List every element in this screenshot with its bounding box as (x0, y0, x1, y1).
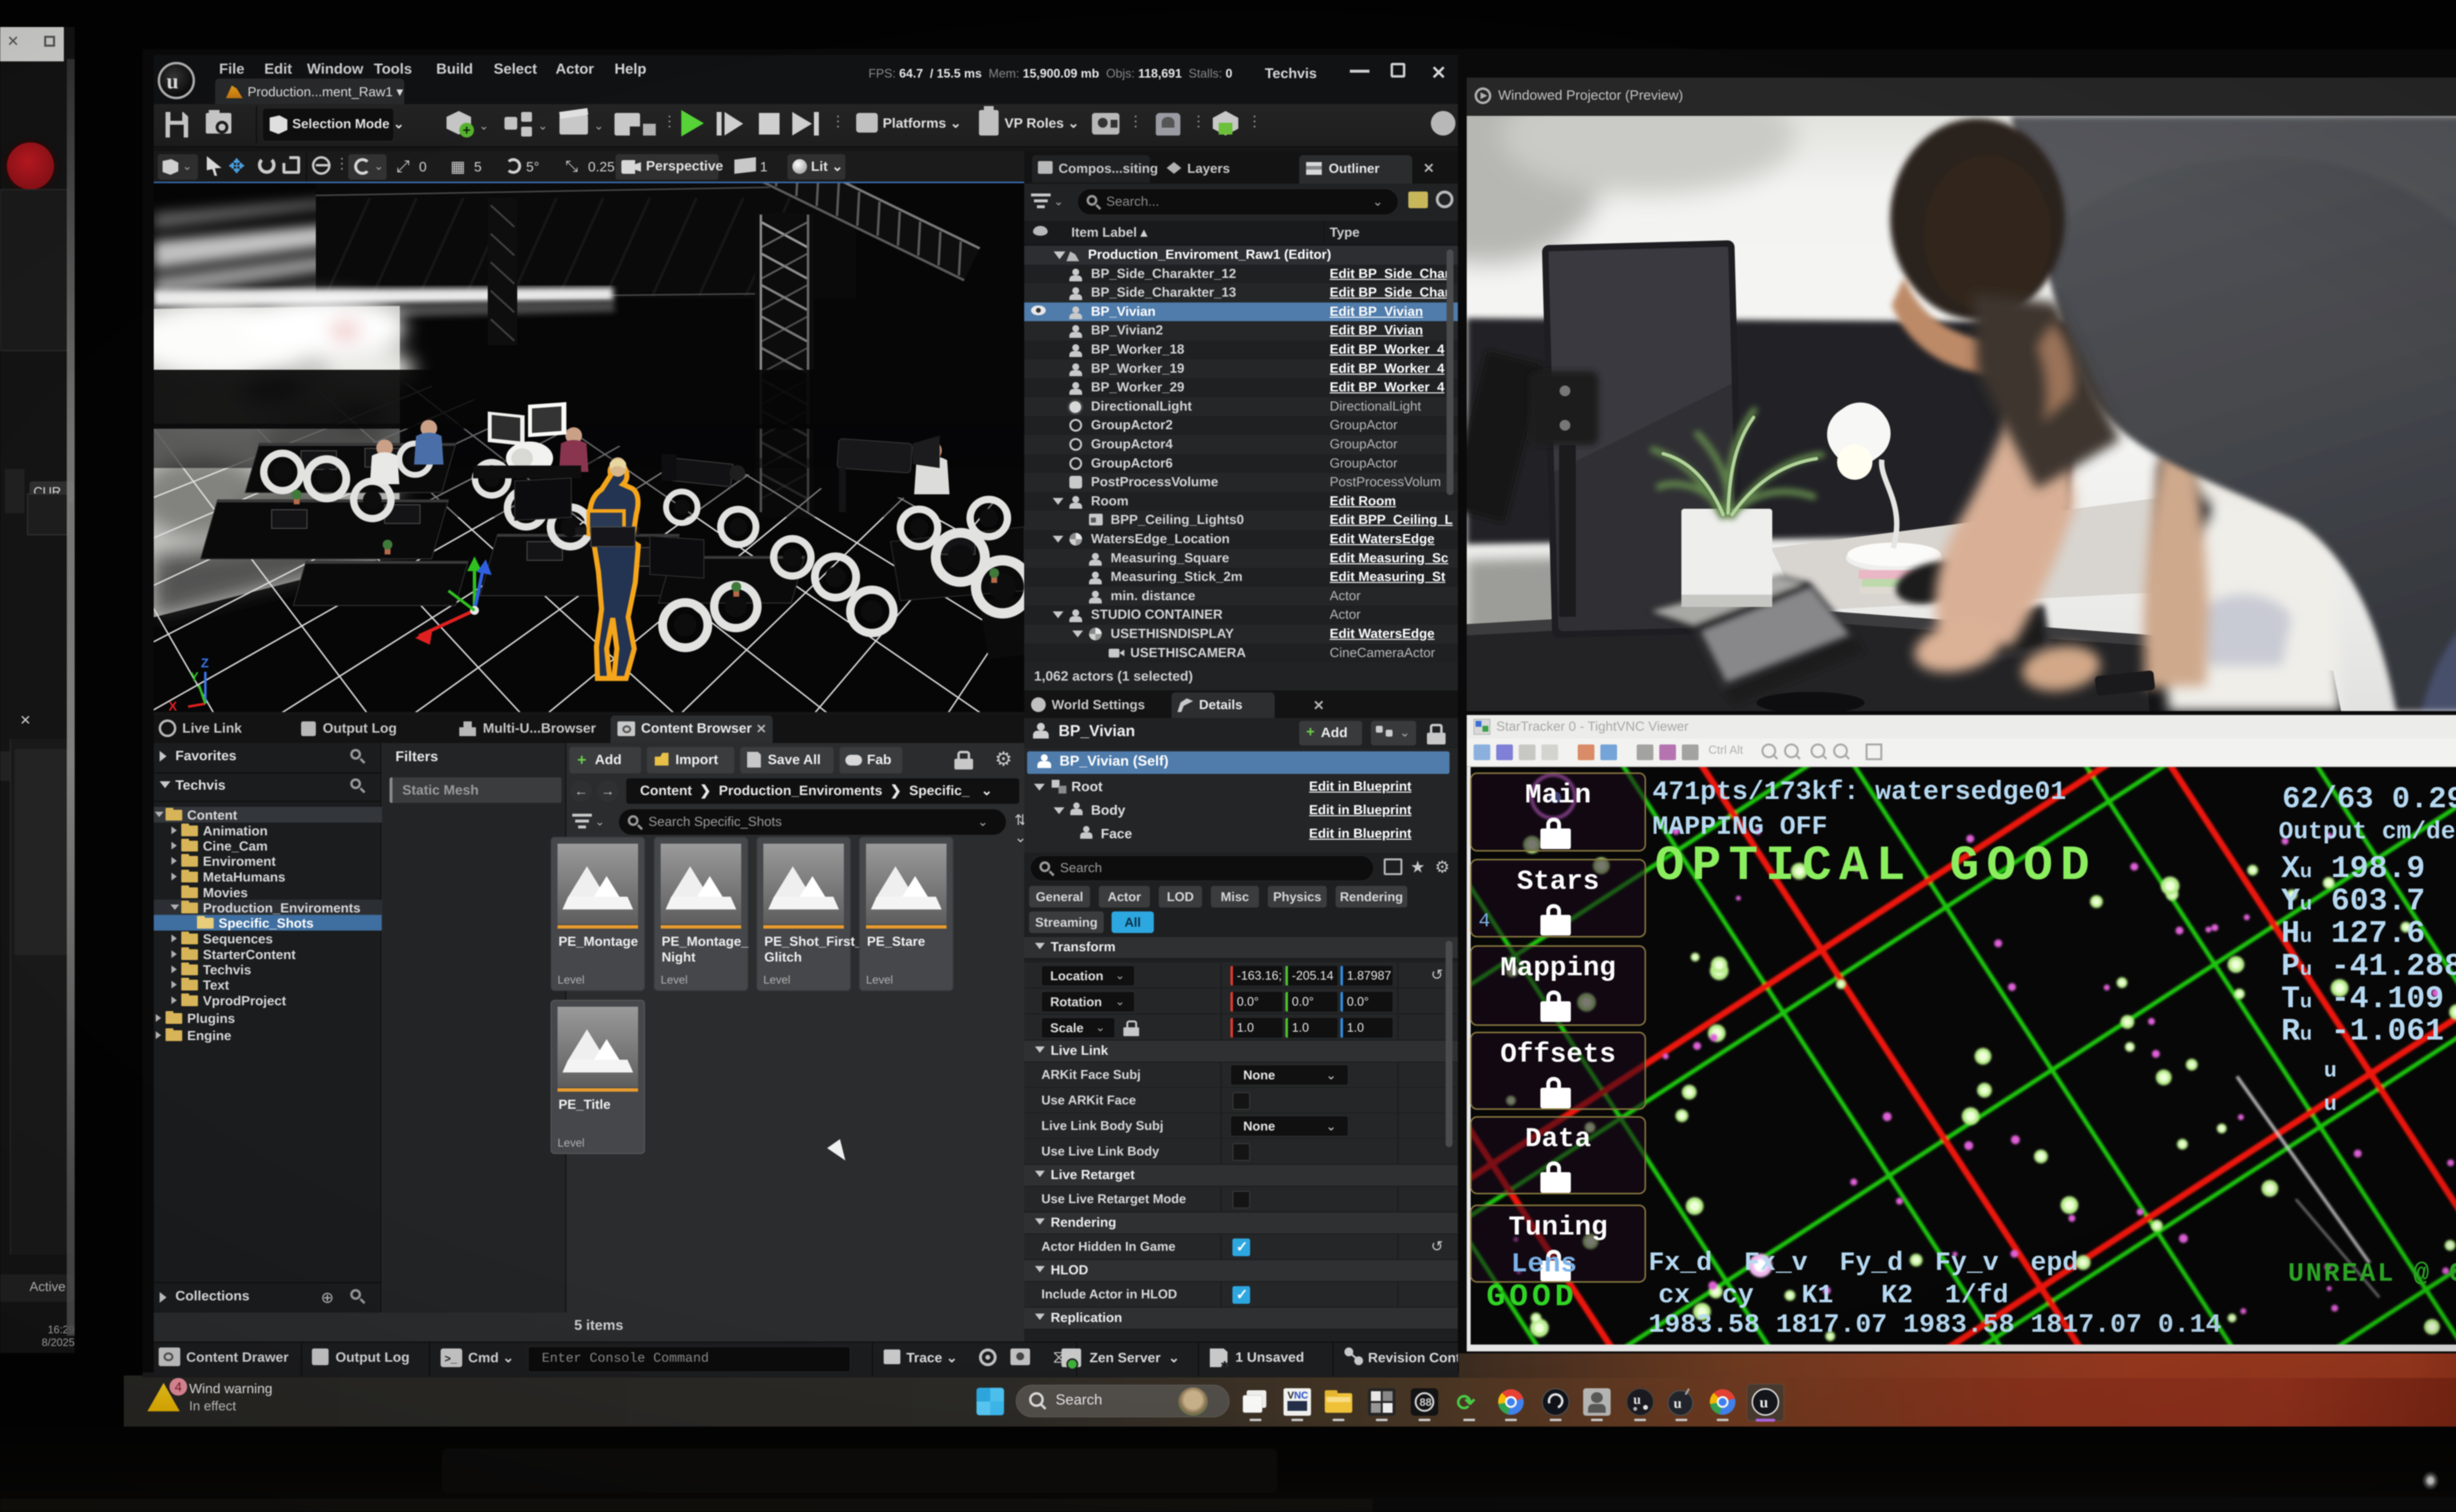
svg-text:Z: Z (201, 656, 209, 670)
svg-text:X: X (168, 699, 177, 712)
svg-text:Y: Y (190, 669, 198, 684)
